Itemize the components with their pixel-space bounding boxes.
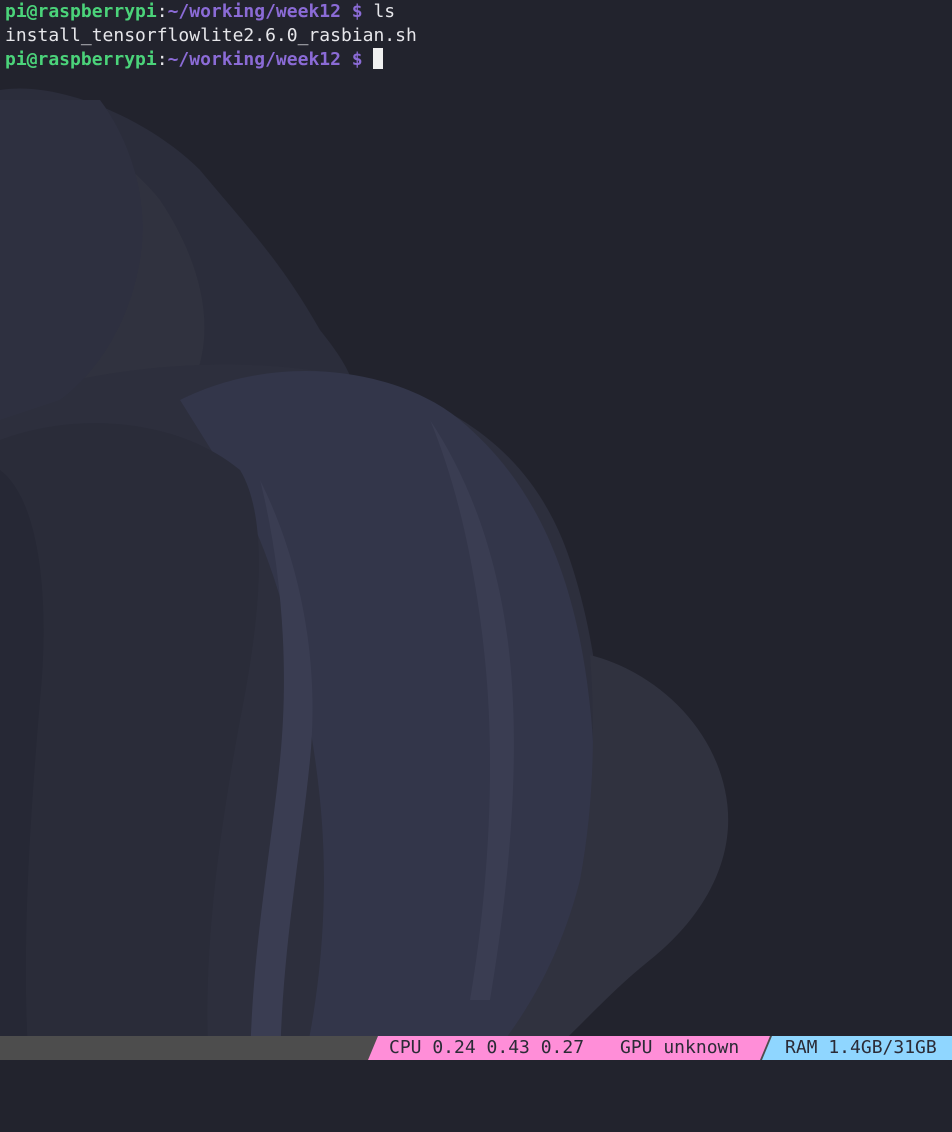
cpu-load-readout: CPU 0.24 0.43 0.27 [389,1037,585,1058]
prompt-path: ~/working/week12 [167,1,341,22]
status-segment-ram: RAM 1.4GB/31GB [762,1036,952,1060]
prompt-separator: : [156,1,168,22]
terminal-line-3: pi@raspberrypi:~/working/week12 $ [5,48,952,72]
prompt-symbol: $ [340,1,374,22]
command-output: install_tensorflowlite2.6.0_rasbian.sh [5,25,417,46]
prompt-path: ~/working/week12 [167,49,341,70]
status-bar: CPU 0.24 0.43 0.27 GPU unknown RAM 1.4GB… [0,1036,952,1060]
terminal-line-2: install_tensorflowlite2.6.0_rasbian.sh [5,24,952,48]
gpu-readout: GPU unknown [620,1037,740,1058]
prompt-user-host: pi@raspberrypi [5,49,157,70]
terminal-window[interactable]: pi@raspberrypi:~/working/week12 $ ls ins… [0,0,952,1036]
prompt-user-host: pi@raspberrypi [5,1,157,22]
status-segment-cpu-gpu: CPU 0.24 0.43 0.27 GPU unknown [368,1036,770,1060]
prompt-symbol: $ [340,49,374,70]
prompt-separator: : [156,49,168,70]
command-text: ls [373,1,396,22]
terminal-line-1: pi@raspberrypi:~/working/week12 $ ls [5,0,952,24]
bottom-strip [0,1060,952,1080]
ram-readout: RAM 1.4GB/31GB [785,1037,937,1058]
text-cursor [373,48,384,69]
